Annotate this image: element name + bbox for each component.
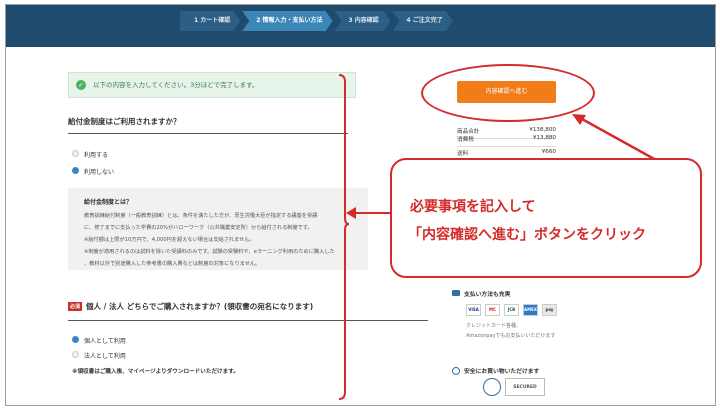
step-confirm: 3 内容確認 bbox=[335, 11, 391, 31]
step-cart: 1 カート確認 bbox=[180, 11, 240, 31]
radio-grant-use[interactable] bbox=[72, 150, 79, 157]
secure-heading: 安全にお買い物いただけます bbox=[464, 369, 540, 375]
callout-arrow bbox=[572, 114, 657, 162]
annotation-bracket bbox=[338, 74, 350, 400]
instruction-callout: 必要事項を記入して 「内容確認へ進む」ボタンをクリック bbox=[390, 158, 702, 278]
bracket-arrow-head bbox=[346, 207, 356, 219]
buyer-heading-text: 個人 / 法人 どちらでご購入されますか？(領収書の宛名になります) bbox=[86, 302, 314, 311]
checkout-steps: 1 カート確認 2 情報入力・支払い方法 3 内容確認 4 ご注文完了 bbox=[180, 11, 455, 31]
check-icon: ✓ bbox=[76, 80, 86, 90]
grant-info-line: ※給付額は上限が10万円で、4,000円を超えない場合は支給されません。 bbox=[84, 237, 255, 243]
payment-desc: Amazonpayでもお支払いいただけます bbox=[466, 333, 556, 339]
grant-info-line: に、修了までに支払った学費の20%がハローワーク（公共職業安定所）から給付される… bbox=[84, 225, 313, 231]
payment-heading: 支払い方法も充実 bbox=[464, 292, 511, 298]
notice-text: 以下の内容を入力してください。3分ほどで完了します。 bbox=[93, 81, 259, 89]
radio-grant-not-use[interactable] bbox=[72, 167, 79, 174]
secured-badge: SECURED bbox=[505, 378, 545, 396]
mastercard-icon: MC bbox=[485, 304, 500, 316]
radio-corporate[interactable] bbox=[72, 351, 79, 358]
option-corporate[interactable]: 法人として利用 bbox=[84, 351, 126, 360]
visa-icon: VISA bbox=[466, 304, 481, 316]
summary-value: ¥660 bbox=[541, 149, 556, 155]
option-individual[interactable]: 個人として利用 bbox=[84, 336, 126, 345]
callout-line-1: 必要事項を記入して bbox=[410, 199, 536, 215]
info-notice: ✓ 以下の内容を入力してください。3分ほどで完了します。 bbox=[68, 72, 356, 98]
summary-label: 消費税 bbox=[457, 137, 474, 143]
summary-tax: 消費税 ¥13,880 bbox=[457, 132, 556, 147]
jcb-icon: JCB bbox=[504, 304, 519, 316]
grant-heading: 給付金制度はご利用されますか？ bbox=[68, 117, 181, 126]
payment-desc: クレジットカード各種、 bbox=[466, 323, 522, 329]
grant-divider bbox=[68, 133, 348, 134]
grant-info-line: 教育訓練給付制度（一般教育訓練）とは、条件を満たした方が、厚生労働大臣が指定する… bbox=[84, 213, 318, 219]
lock-icon bbox=[452, 367, 460, 375]
summary-value: ¥13,880 bbox=[532, 135, 556, 141]
option-grant-use[interactable]: 利用する bbox=[84, 150, 108, 159]
amex-icon: AMEX bbox=[523, 304, 538, 316]
card-icon bbox=[452, 290, 460, 296]
step-complete: 4 ご注文完了 bbox=[393, 11, 453, 31]
buyer-divider bbox=[68, 320, 428, 321]
receipt-note: ※領収書はご購入後、マイページよりダウンロードいただけます。 bbox=[72, 369, 239, 375]
radio-individual[interactable] bbox=[72, 336, 79, 343]
step-info-payment: 2 情報入力・支払い方法 bbox=[242, 11, 332, 31]
grant-info-line: ※制度が適用されるのは試料を除いた受講料のみです。試験の受験料や、eラーニング利… bbox=[84, 249, 335, 255]
amazon-pay-icon: pay bbox=[542, 304, 557, 316]
summary-label: 送料 bbox=[457, 151, 469, 157]
proceed-to-confirm-button[interactable]: 内容確認へ進む bbox=[457, 81, 556, 103]
grant-info-line: 、教材以外で別途購入した参考書の購入費などは制度の対象になりません。 bbox=[84, 261, 261, 267]
top-header: 1 カート確認 2 情報入力・支払い方法 3 内容確認 4 ご注文完了 bbox=[6, 5, 715, 47]
grant-info-title: 給付金制度とは？ bbox=[84, 199, 133, 206]
option-grant-not-use[interactable]: 利用しない bbox=[84, 167, 114, 176]
required-badge: 必須 bbox=[68, 302, 83, 311]
bracket-arrow-line bbox=[350, 212, 390, 214]
privacy-mark-icon bbox=[483, 378, 501, 396]
buyer-heading: 必須 個人 / 法人 どちらでご購入されますか？(領収書の宛名になります) bbox=[68, 301, 313, 312]
callout-line-2: 「内容確認へ進む」ボタンをクリック bbox=[408, 227, 646, 243]
grant-info-box: 給付金制度とは？ 教育訓練給付制度（一般教育訓練）とは、条件を満たした方が、厚生… bbox=[68, 188, 368, 270]
